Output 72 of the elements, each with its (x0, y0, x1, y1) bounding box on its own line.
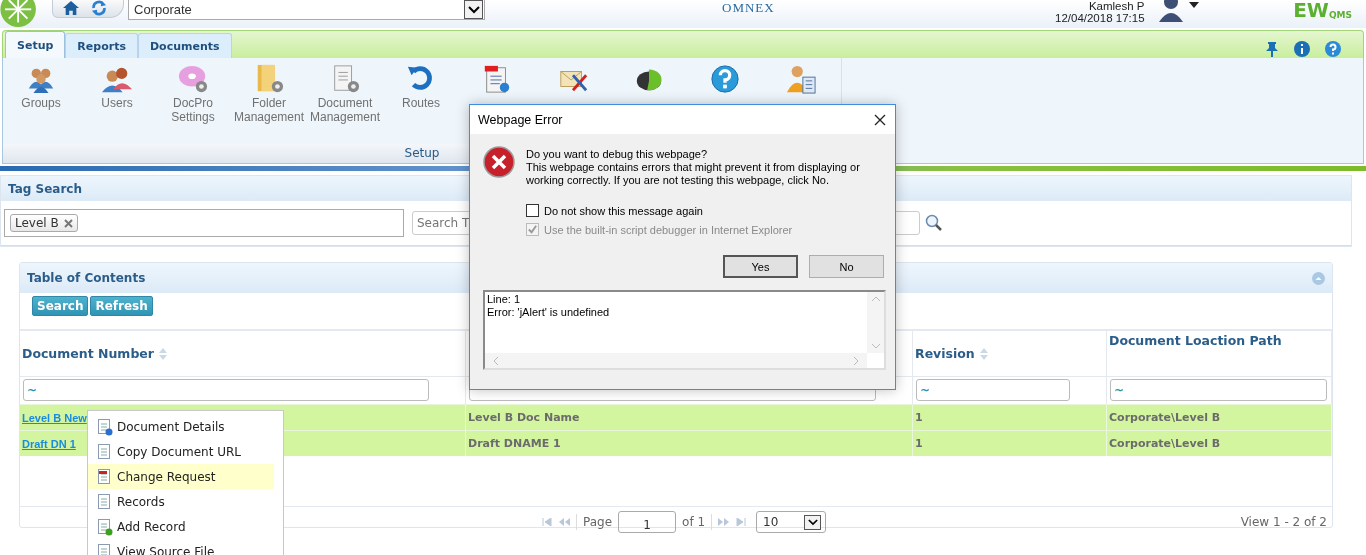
panel-title: Table of Contents (27, 271, 146, 285)
column-header[interactable]: Document Number (20, 331, 466, 376)
checkbox-label[interactable]: Do not show this message again (544, 204, 703, 217)
ribbon-item-label[interactable]: Document Management (307, 96, 383, 124)
table-cell: Draft DNAME 1 (466, 430, 913, 456)
page-label: Page (583, 515, 613, 529)
menu-item[interactable]: Document Details (88, 414, 274, 439)
column-header[interactable]: Document Loaction Path (1107, 331, 1332, 376)
page-size-select[interactable]: 10 (756, 511, 827, 533)
product-logo: EWQMS (1293, 0, 1352, 20)
menu-item[interactable]: Records (88, 489, 274, 514)
dialog-message: This webpage contains errors that might prevent it from displaying or working correctly. If you are not testing this webpage, click No. (526, 161, 861, 187)
tag-field[interactable]: Level B (4, 209, 404, 237)
close-icon[interactable] (874, 113, 886, 126)
search-icon[interactable] (925, 214, 943, 232)
help-icon[interactable] (710, 64, 740, 94)
table-cell: 1 (913, 404, 1107, 430)
page-field[interactable]: 1 (618, 511, 677, 533)
column-title[interactable]: Document Number (22, 346, 154, 361)
dialog-button[interactable]: Yes (723, 255, 798, 278)
details-line: Line: 1 (487, 293, 522, 306)
disc-gear-icon[interactable] (178, 64, 208, 94)
filter-field[interactable]: ~ (1110, 379, 1327, 401)
tab[interactable]: Documents (137, 33, 232, 58)
vendor-logo: OMNEX (721, 0, 776, 17)
details-line: Error: 'jAlert' is undefined (487, 306, 611, 319)
menu-item[interactable]: Change Request (88, 464, 274, 489)
ribbon-item-label[interactable]: Routes (383, 96, 459, 110)
date-time: 12/04/2018 17:15 (1055, 12, 1145, 24)
document-icon (97, 442, 113, 461)
document-icon (97, 517, 113, 536)
person-list-icon[interactable] (786, 64, 816, 94)
ribbon-item-label[interactable]: Users (79, 96, 155, 110)
pin-icon[interactable] (1265, 41, 1279, 57)
menu-item[interactable]: Copy Document URL (88, 439, 274, 464)
info-icon[interactable] (1294, 41, 1310, 57)
document-icon (97, 492, 113, 511)
dialog-title: Webpage Error (478, 112, 563, 127)
dialog-button[interactable]: No (809, 255, 884, 278)
refresh-icon[interactable] (89, 0, 109, 16)
dialog-heading: Do you want to debug this webpage? (526, 148, 709, 161)
document-icon (97, 467, 113, 486)
caret-icon[interactable] (1188, 2, 1199, 8)
document-globe-icon[interactable] (482, 64, 512, 94)
tag-chip[interactable]: Level B (10, 214, 78, 232)
table-cell: 1 (913, 430, 1107, 456)
tab[interactable]: Reports (65, 33, 138, 58)
group-label: Setup (404, 146, 440, 160)
record-summary: View 1 - 2 of 2 (1240, 515, 1327, 529)
error-icon (483, 146, 515, 178)
panel-title: Tag Search (8, 181, 82, 196)
home-icon[interactable] (61, 0, 81, 16)
table-cell: Corporate\Level B (1107, 430, 1332, 456)
help-icon[interactable] (1325, 41, 1341, 57)
menu-item[interactable]: Add Record (88, 514, 274, 539)
page-count: of 1 (682, 515, 706, 529)
ribbon-item-label[interactable]: Folder Management (231, 96, 307, 124)
checkbox[interactable] (526, 204, 539, 217)
document-icon (97, 417, 113, 436)
filter-field[interactable]: ~ (916, 379, 1070, 401)
user-name: Kamlesh P (1088, 0, 1145, 12)
table-cell: Corporate\Level B (1107, 404, 1332, 430)
column-header[interactable]: Revision (913, 331, 1107, 376)
tab[interactable]: Setup (5, 31, 66, 58)
column-title[interactable]: Document Loaction Path (1109, 333, 1282, 348)
ribbon-item-label[interactable]: Groups (3, 96, 79, 110)
column-title[interactable]: Revision (915, 346, 975, 361)
table-cell: Level B Doc Name (466, 404, 913, 430)
site-select[interactable]: Corporate (128, 0, 485, 20)
ribbon-item-label[interactable]: DocPro Settings (155, 96, 231, 124)
menu-item[interactable]: View Source File (88, 539, 274, 555)
filter-field[interactable]: ~ (23, 379, 429, 401)
